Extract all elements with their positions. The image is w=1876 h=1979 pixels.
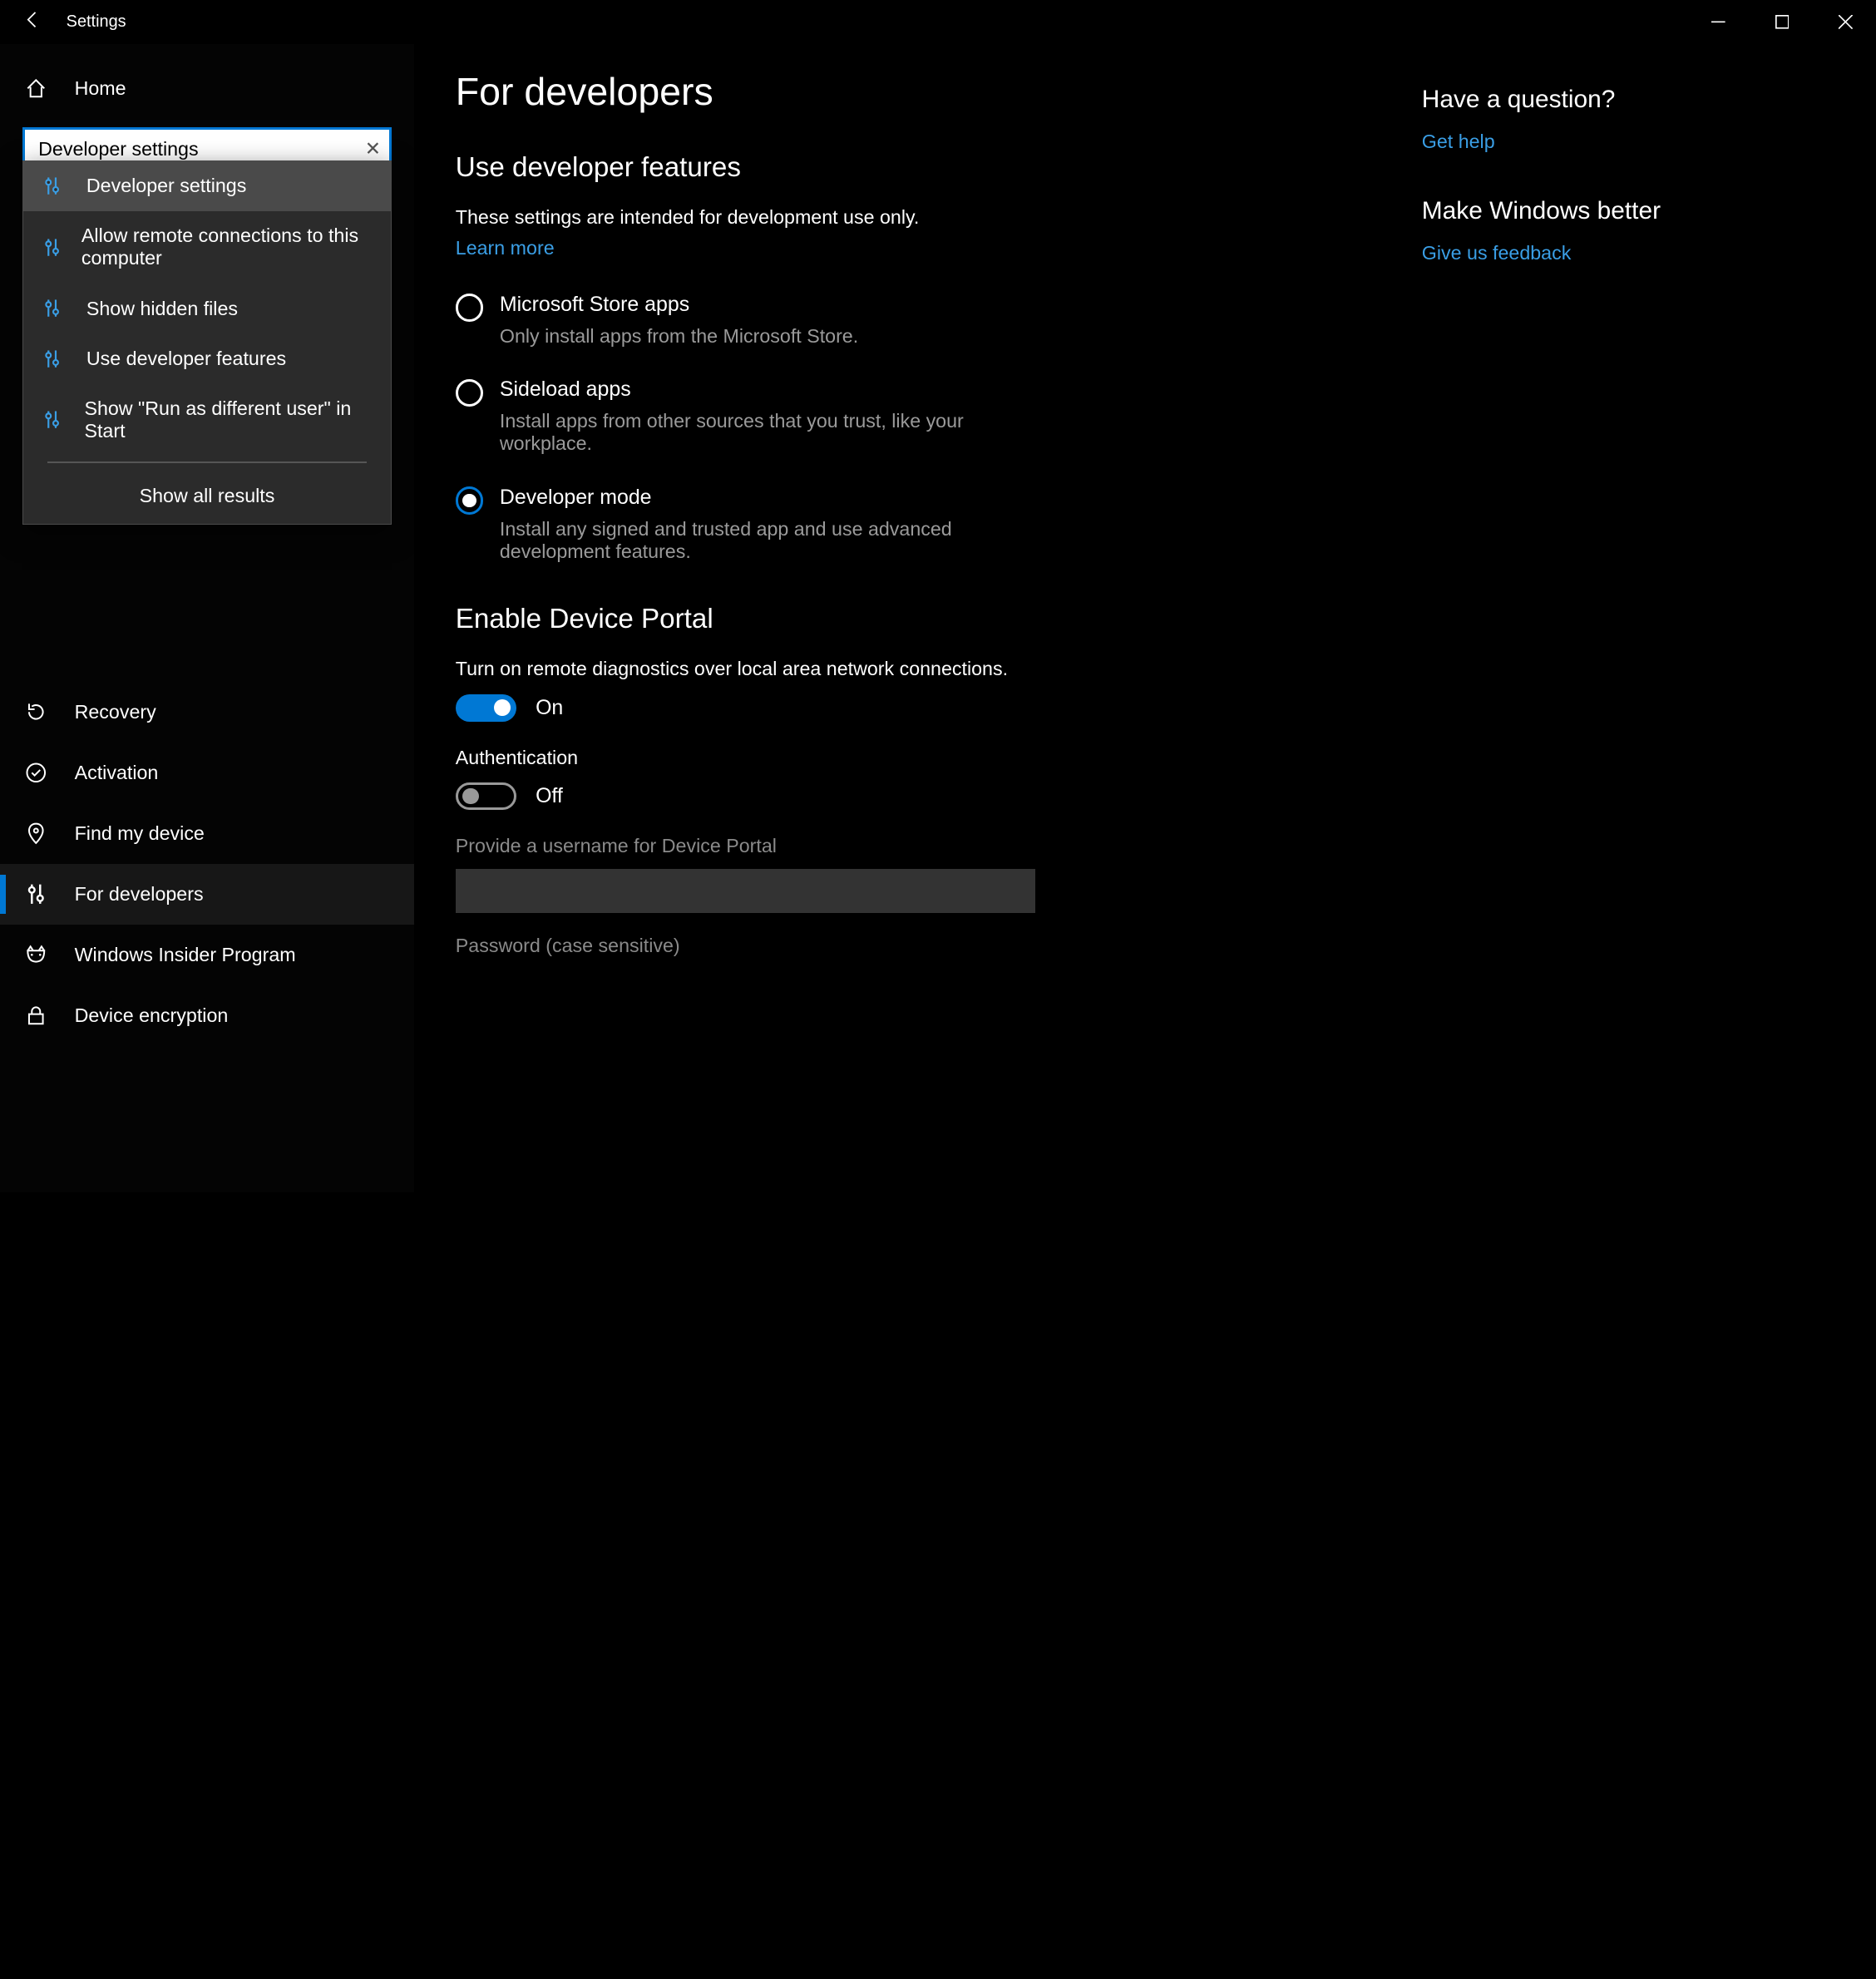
aside-heading: Have a question? — [1422, 86, 1836, 114]
radio-icon — [456, 294, 483, 321]
radio-sublabel: Install any signed and trusted app and u… — [500, 518, 1052, 563]
toggle-state-label: Off — [536, 784, 563, 808]
sidebar-item-label: Windows Insider Program — [75, 944, 296, 966]
location-icon — [22, 822, 50, 845]
minimize-button[interactable] — [1687, 0, 1750, 44]
radio-store-apps[interactable]: Microsoft Store apps Only install apps f… — [456, 293, 1422, 348]
sliders-icon — [42, 238, 62, 257]
sidebar-item-for-developers[interactable]: For developers — [0, 864, 414, 925]
dropdown-item[interactable]: Use developer features — [23, 333, 392, 383]
window-title: Settings — [67, 12, 126, 32]
radio-label: Sideload apps — [500, 378, 1052, 402]
dropdown-item-label: Show hidden files — [86, 298, 238, 320]
page-title: For developers — [456, 69, 1422, 114]
sidebar: Home ✕ Developer settings Allow remote c… — [0, 44, 414, 1192]
sidebar-item-label: For developers — [75, 883, 204, 906]
aside-heading: Make Windows better — [1422, 197, 1836, 225]
sliders-icon — [42, 176, 67, 195]
radio-icon — [456, 379, 483, 407]
sliders-icon — [42, 410, 65, 429]
sidebar-item-label: Find my device — [75, 822, 205, 845]
dropdown-divider — [47, 461, 366, 463]
username-input[interactable] — [456, 869, 1035, 913]
get-help-link[interactable]: Get help — [1422, 131, 1836, 153]
sidebar-item-label: Device encryption — [75, 1004, 229, 1027]
dropdown-item[interactable]: Show "Run as different user" in Start — [23, 383, 392, 456]
sidebar-item-label: Activation — [75, 762, 159, 784]
radio-icon — [456, 486, 483, 514]
radio-sublabel: Install apps from other sources that you… — [500, 410, 1052, 455]
dropdown-item-label: Show "Run as different user" in Start — [84, 397, 372, 442]
radio-sideload[interactable]: Sideload apps Install apps from other so… — [456, 378, 1422, 455]
section-desc: These settings are intended for developm… — [456, 206, 1422, 229]
ninja-cat-icon — [22, 944, 50, 966]
home-icon — [22, 77, 50, 100]
auth-label: Authentication — [456, 747, 1422, 769]
section-heading: Use developer features — [456, 152, 1422, 184]
check-circle-icon — [22, 762, 50, 784]
dropdown-show-all[interactable]: Show all results — [23, 468, 392, 524]
section-heading: Enable Device Portal — [456, 604, 1422, 635]
sliders-icon — [42, 349, 67, 368]
dropdown-item-label: Developer settings — [86, 175, 246, 197]
radio-label: Microsoft Store apps — [500, 293, 858, 317]
feedback-link[interactable]: Give us feedback — [1422, 242, 1836, 264]
dropdown-item-label: Allow remote connections to this compute… — [81, 225, 372, 269]
sidebar-item-activation[interactable]: Activation — [0, 743, 414, 803]
radio-developer-mode[interactable]: Developer mode Install any signed and tr… — [456, 486, 1422, 563]
recovery-icon — [22, 701, 50, 723]
back-button[interactable] — [0, 10, 67, 34]
device-portal-toggle[interactable] — [456, 694, 516, 722]
learn-more-link[interactable]: Learn more — [456, 237, 1422, 259]
sliders-icon — [42, 299, 67, 318]
dropdown-item-label: Use developer features — [86, 348, 286, 370]
sidebar-item-label: Recovery — [75, 701, 156, 723]
auth-toggle[interactable] — [456, 782, 516, 810]
search-dropdown: Developer settings Allow remote connecti… — [22, 160, 392, 526]
section-desc: Turn on remote diagnostics over local ar… — [456, 658, 1422, 680]
radio-sublabel: Only install apps from the Microsoft Sto… — [500, 325, 858, 348]
titlebar: Settings — [0, 0, 1876, 44]
sliders-icon — [22, 883, 50, 906]
sidebar-item-encryption[interactable]: Device encryption — [0, 985, 414, 1046]
dropdown-item[interactable]: Show hidden files — [23, 284, 392, 333]
sidebar-item-find-device[interactable]: Find my device — [0, 803, 414, 864]
sidebar-item-recovery[interactable]: Recovery — [0, 682, 414, 743]
password-label: Password (case sensitive) — [456, 935, 1422, 957]
lock-icon — [22, 1004, 50, 1027]
sidebar-home[interactable]: Home — [0, 58, 414, 119]
close-button[interactable] — [1814, 0, 1876, 44]
username-label: Provide a username for Device Portal — [456, 835, 1422, 857]
dropdown-item[interactable]: Allow remote connections to this compute… — [23, 211, 392, 284]
radio-label: Developer mode — [500, 486, 1052, 510]
maximize-button[interactable] — [1750, 0, 1814, 44]
sidebar-home-label: Home — [75, 77, 126, 100]
clear-search-icon[interactable]: ✕ — [365, 138, 381, 160]
dropdown-item[interactable]: Developer settings — [23, 161, 392, 211]
sidebar-item-insider[interactable]: Windows Insider Program — [0, 925, 414, 985]
toggle-state-label: On — [536, 696, 563, 720]
